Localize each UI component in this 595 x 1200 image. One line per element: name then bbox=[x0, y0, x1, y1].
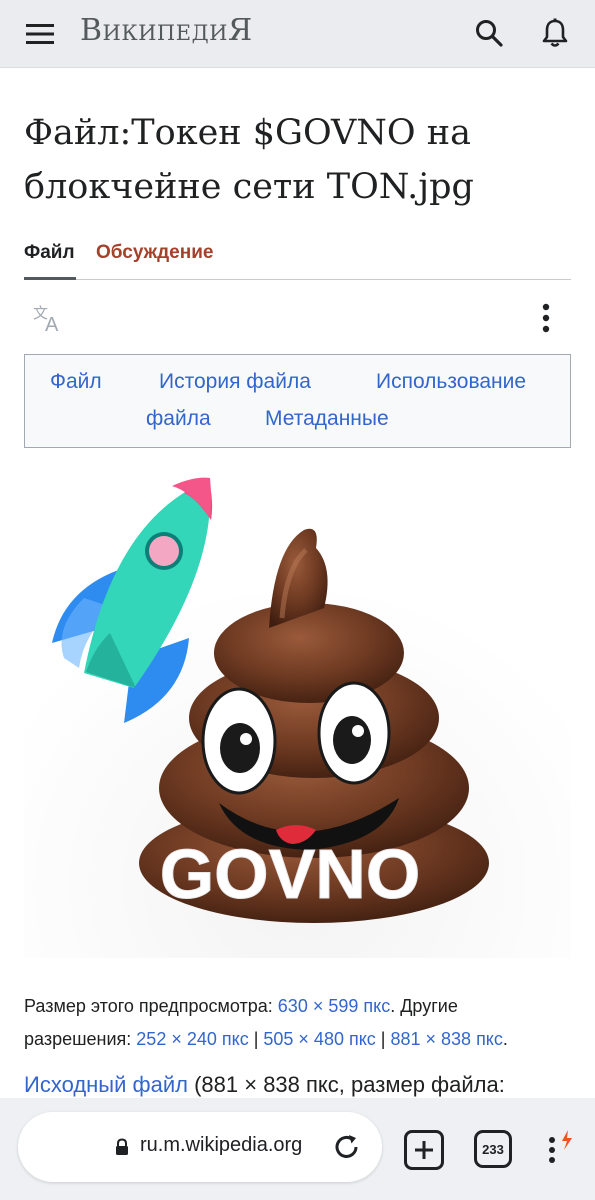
page-title: Файл:Токен $GOVNO на блокчейне сети TON.… bbox=[24, 113, 474, 207]
image-caption-text: GOVNO bbox=[160, 835, 421, 913]
hamburger-icon[interactable] bbox=[22, 16, 58, 52]
file-section-nav: Файл История файла Использование файла М… bbox=[24, 354, 571, 448]
preview-label: Размер этого предпросмотра: bbox=[24, 996, 278, 1016]
preview-size-link[interactable]: 630 × 599 пкс bbox=[278, 996, 390, 1016]
wikipedia-wordmark[interactable]: ВикипедиЯ bbox=[80, 13, 253, 48]
resolution-link-2[interactable]: 505 × 480 пкс bbox=[263, 1029, 375, 1049]
nav-link-file[interactable]: Файл bbox=[50, 370, 102, 394]
original-file-line: Исходный файл (881 × 838 пкс, размер фай… bbox=[24, 1068, 584, 1102]
other-resolutions-label: . Другие bbox=[390, 996, 458, 1016]
tab-switcher-button[interactable]: 233 bbox=[474, 1130, 512, 1168]
bell-icon[interactable] bbox=[536, 14, 574, 52]
tab-file[interactable]: Файл bbox=[24, 242, 75, 264]
active-tab-indicator bbox=[24, 277, 76, 280]
original-file-details: (881 × 838 пкс, размер файла: bbox=[187, 1072, 505, 1097]
browser-menu-icon[interactable] bbox=[542, 1128, 576, 1172]
original-file-link[interactable]: Исходный файл bbox=[24, 1072, 188, 1097]
plus-icon[interactable] bbox=[404, 1130, 444, 1170]
tab-talk[interactable]: Обсуждение bbox=[96, 242, 213, 264]
svg-text:A: A bbox=[45, 314, 59, 333]
nav-link-metadata[interactable]: Метаданные bbox=[265, 407, 389, 431]
address-bar[interactable]: ru.m.wikipedia.org bbox=[18, 1112, 382, 1182]
url-text: ru.m.wikipedia.org bbox=[140, 1134, 303, 1156]
separator: | bbox=[248, 1029, 264, 1049]
vertical-ellipsis-icon[interactable] bbox=[530, 298, 562, 338]
translate-icon[interactable]: 文 A bbox=[28, 300, 68, 336]
period: . bbox=[502, 1029, 508, 1049]
nav-link-usage[interactable]: Использование bbox=[376, 370, 526, 394]
preview-size-info: Размер этого предпросмотра: 630 × 599 пк… bbox=[24, 990, 576, 1056]
resolution-link-3[interactable]: 881 × 838 пкс bbox=[390, 1029, 502, 1049]
separator: | bbox=[375, 1029, 391, 1049]
nav-link-history[interactable]: История файла bbox=[159, 370, 311, 394]
page-tabs: Файл Обсуждение bbox=[24, 232, 571, 280]
top-header: ВикипедиЯ bbox=[0, 0, 595, 68]
file-image[interactable]: GOVNO bbox=[24, 458, 571, 958]
reload-icon[interactable] bbox=[330, 1130, 364, 1164]
other-resolutions-label-2: разрешения: bbox=[24, 1029, 137, 1049]
search-icon[interactable] bbox=[470, 14, 508, 52]
nav-link-usage-cont[interactable]: файла bbox=[146, 407, 211, 431]
browser-toolbar: ru.m.wikipedia.org 233 bbox=[0, 1098, 595, 1200]
resolution-link-1[interactable]: 252 × 240 пкс bbox=[136, 1029, 248, 1049]
lock-icon bbox=[114, 1138, 130, 1156]
